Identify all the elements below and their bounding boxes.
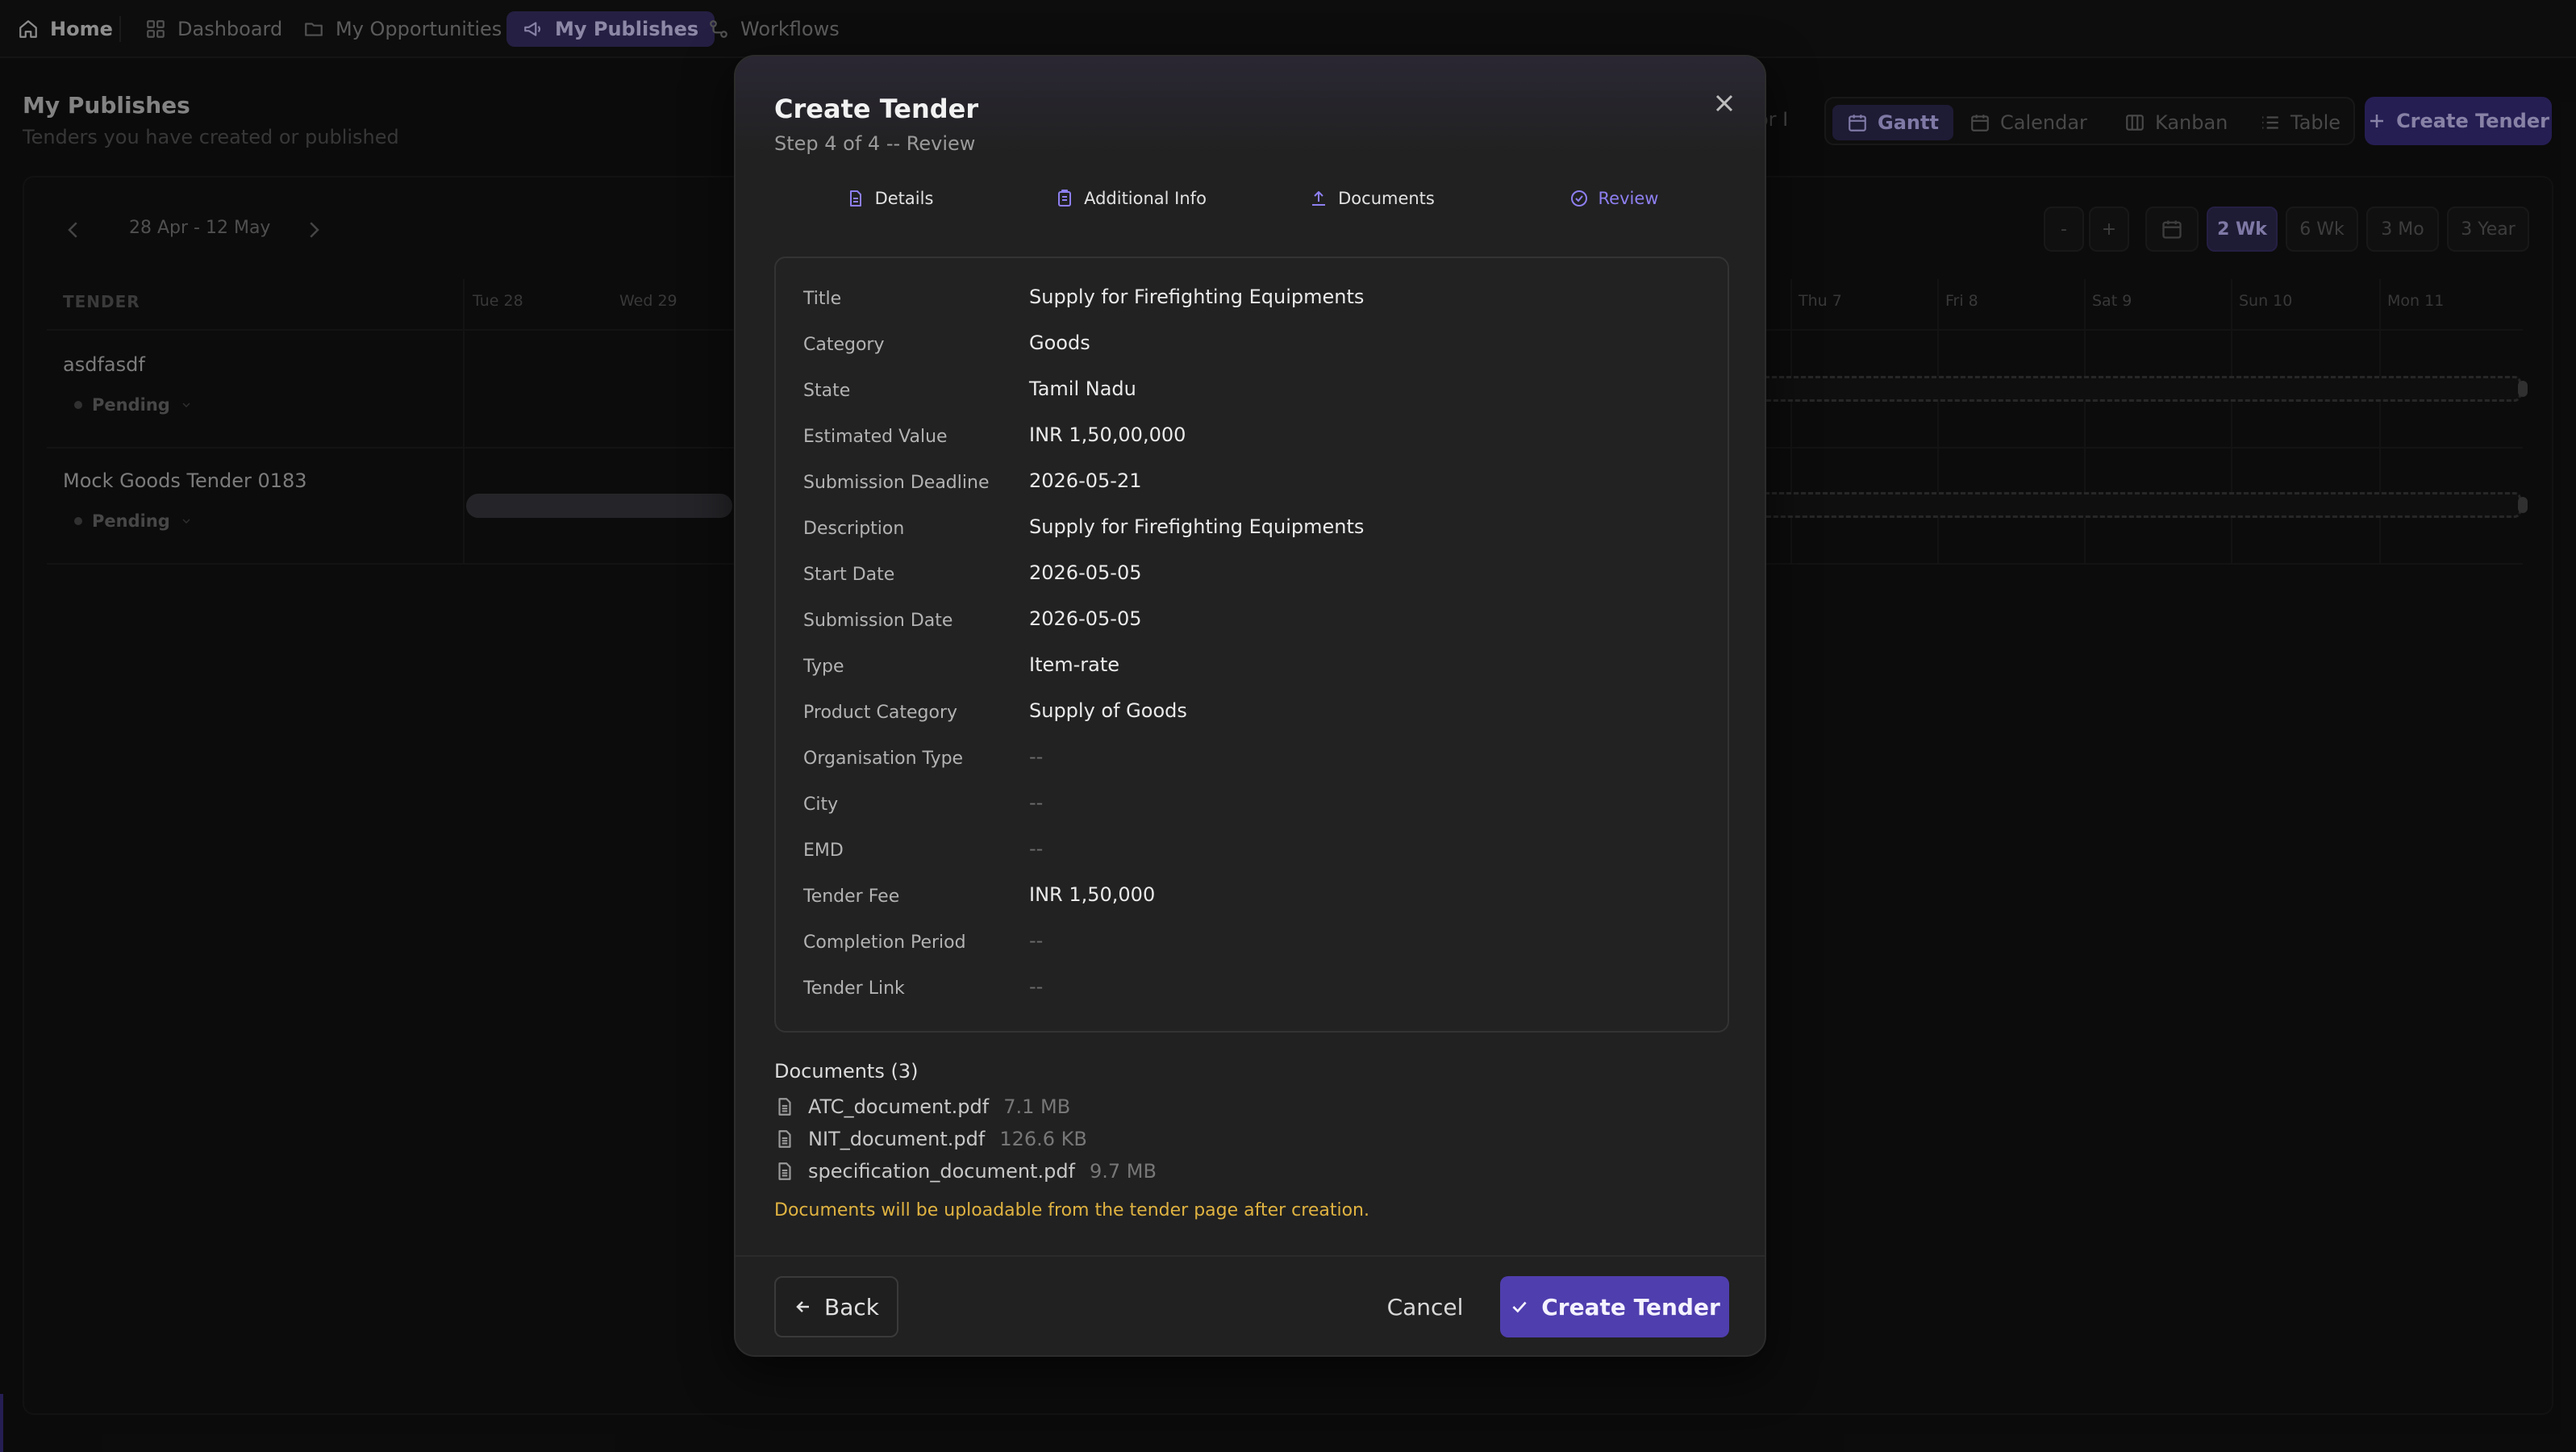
clipboard-icon [1055,189,1074,208]
field-value: Supply for Firefighting Equipments [1029,286,1365,308]
field-value: Goods [1029,332,1090,354]
document-name: ATC_document.pdf [808,1095,990,1118]
field-value: -- [1029,745,1044,768]
field-label: Title [803,289,842,309]
field-value: INR 1,50,000 [1029,883,1156,906]
field-label: State [803,381,851,401]
field-label: Tender Link [803,978,905,999]
check-circle-icon [1569,189,1589,208]
field-label: Organisation Type [803,749,964,769]
file-icon [774,1128,795,1150]
field-value: 2026-05-05 [1029,561,1142,584]
field-value: -- [1029,975,1044,998]
field-label: EMD [803,841,844,861]
field-value: Item-rate [1029,653,1120,676]
field-label: Product Category [803,703,958,723]
file-icon [774,1160,795,1183]
document-name: NIT_document.pdf [808,1128,986,1150]
back-button-label: Back [824,1293,879,1321]
close-icon[interactable] [1710,89,1739,118]
step-label: Details [874,189,934,208]
field-label: Tender Fee [803,887,900,907]
field-value: -- [1029,837,1044,860]
cancel-button[interactable]: Cancel [1381,1276,1469,1337]
check-icon [1509,1296,1530,1317]
create-tender-button-label: Create Tender [1541,1293,1720,1321]
document-size: 7.1 MB [1003,1095,1071,1118]
file-icon [774,1095,795,1118]
field-value: Tamil Nadu [1029,378,1136,400]
document-name: specification_document.pdf [808,1160,1075,1183]
document-item: specification_document.pdf 9.7 MB [774,1157,1157,1186]
document-item: NIT_document.pdf 126.6 KB [774,1124,1087,1154]
field-label: Completion Period [803,933,966,953]
arrow-left-icon [794,1297,813,1316]
field-label: Type [803,657,844,677]
step-label: Documents [1338,189,1435,208]
create-tender-dialog: Create Tender Step 4 of 4 -- Review Deta… [734,55,1766,1357]
dialog-title: Create Tender [774,94,979,124]
documents-upload-note: Documents will be uploadable from the te… [774,1200,1369,1220]
review-summary: Title Supply for Firefighting Equipments… [774,257,1729,1033]
document-size: 9.7 MB [1090,1160,1157,1183]
dialog-step-indicator: Step 4 of 4 -- Review [774,132,976,155]
field-label: City [803,795,839,815]
field-value: Supply for Firefighting Equipments [1029,515,1365,538]
document-item: ATC_document.pdf 7.1 MB [774,1092,1070,1121]
field-value: INR 1,50,00,000 [1029,424,1186,446]
step-label: Review [1598,189,1659,208]
document-size: 126.6 KB [999,1128,1087,1150]
field-value: 2026-05-05 [1029,607,1142,630]
documents-heading: Documents (3) [774,1060,919,1083]
field-value: Supply of Goods [1029,699,1187,722]
field-value: -- [1029,791,1044,814]
step-label: Additional Info [1084,189,1207,208]
field-value: -- [1029,929,1044,952]
field-label: Estimated Value [803,427,948,447]
create-tender-button[interactable]: Create Tender [1500,1276,1729,1337]
field-label: Description [803,519,905,539]
field-label: Submission Deadline [803,473,990,493]
dialog-footer-divider [736,1255,1765,1257]
upload-icon [1309,189,1328,208]
field-label: Start Date [803,565,895,585]
field-label: Category [803,335,885,355]
field-label: Submission Date [803,611,953,631]
back-button[interactable]: Back [774,1276,898,1337]
document-icon [846,189,865,208]
field-value: 2026-05-21 [1029,469,1142,492]
